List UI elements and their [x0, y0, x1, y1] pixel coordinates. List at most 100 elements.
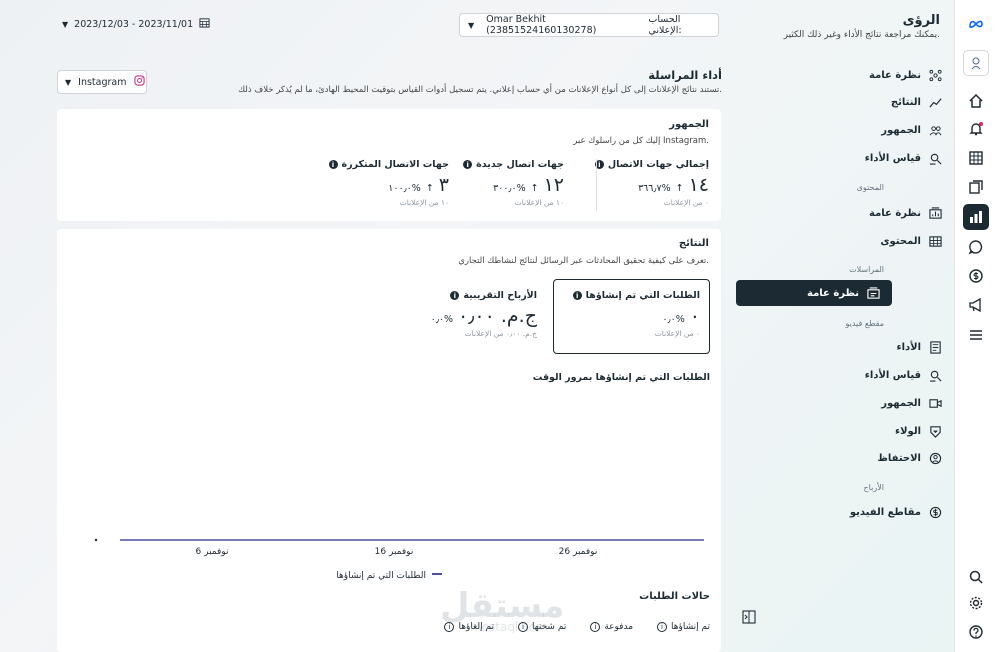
- sidebar-item-overview[interactable]: نظرة عامة: [798, 62, 944, 88]
- megaphone-icon[interactable]: [963, 292, 989, 318]
- sidebar-item-label: الأداء: [896, 341, 921, 353]
- info-icon[interactable]: i: [572, 291, 582, 300]
- chart-title: الطلبات التي تم إنشاؤها بمرور الوقت: [532, 372, 710, 383]
- page-root: الرؤى يمكنك مراجعة نتائج الأداء وغير ذلك…: [0, 0, 996, 652]
- sidebar-item-audience[interactable]: الجمهور: [798, 117, 944, 143]
- video-icon: [928, 396, 942, 410]
- calendar-icon: [199, 17, 210, 31]
- search-icon[interactable]: [963, 564, 989, 590]
- section-video-label: مقطع فيديو: [845, 319, 885, 328]
- info-icon[interactable]: i: [450, 291, 460, 300]
- content-stack-icon[interactable]: [963, 174, 989, 200]
- sidebar-item-label: الولاء: [894, 425, 921, 437]
- platform-select[interactable]: ▼ Instagram: [57, 70, 147, 94]
- app-title: الرؤى: [902, 13, 940, 28]
- metric-new-contacts: جهات اتصال جديدة i ١٢ ↑ ٣٠٠٫٠% ١٠ من الإعلا…: [432, 159, 564, 207]
- page-description: تستند نتائج الإعلانات إلى كل أنواع الإعل…: [238, 85, 722, 95]
- sidebar-item-benchmark[interactable]: قياس الأداء: [798, 145, 944, 171]
- measure-icon: [928, 368, 942, 382]
- app-subtitle: يمكنك مراجعة نتائج الأداء وغير ذلك الكثي…: [783, 30, 940, 40]
- arrow-up-icon: ↑: [530, 183, 539, 194]
- meta-logo-icon[interactable]: [963, 11, 989, 37]
- sidebar-item-label: نظرة عامة: [807, 287, 859, 299]
- section-messages-label: المراسلات: [849, 265, 884, 274]
- sidebar-item-label: قياس الأداء: [864, 369, 921, 381]
- home-icon[interactable]: [963, 88, 989, 114]
- metric-label: الطلبات التي تم إنشاؤها: [585, 290, 700, 301]
- metric-label: إجمالي جهات الاتصال: [607, 159, 709, 170]
- metric-returning-contacts: جهات الاتصال المتكررة i ٣ ↑ ١٠٠٫٠% ١٠ من ال…: [317, 159, 449, 207]
- orders-created-box[interactable]: الطلبات التي تم إنشاؤها i ٠ ٠٫٠% ٠ من الإع…: [553, 279, 710, 354]
- insights-chart-icon[interactable]: [963, 204, 989, 230]
- dollar-icon: [928, 505, 942, 519]
- status-paid: مدفوعة i: [590, 622, 633, 632]
- platform-value: Instagram: [78, 76, 127, 88]
- account-avatar-icon[interactable]: [963, 50, 989, 76]
- grid-icon: [928, 234, 942, 248]
- sidebar-item-label: الاحتفاظ: [877, 452, 921, 464]
- monetization-icon[interactable]: [963, 263, 989, 289]
- inbox-chat-icon[interactable]: [963, 234, 989, 260]
- metric-label: جهات الاتصال المتكررة: [341, 159, 450, 170]
- sidebar-item-retention[interactable]: الاحتفاظ: [798, 445, 944, 471]
- menu-icon[interactable]: [963, 322, 989, 348]
- metric-change: ١٠٠٫٠%: [388, 183, 421, 194]
- metric-change: ٠٫٠%: [430, 314, 454, 325]
- metric-value: ٣: [438, 174, 449, 196]
- status-label: مدفوعة: [604, 622, 634, 632]
- settings-gear-icon[interactable]: [963, 590, 989, 616]
- sidebar-item-video-benchmark[interactable]: قياس الأداء: [798, 362, 944, 388]
- status-created: تم إنشاؤها i: [657, 622, 710, 632]
- sidebar-item-label: النتائج: [890, 96, 921, 108]
- ad-account-select[interactable]: الحساب الإعلاني: Omar Bekhit (2385152416…: [459, 13, 719, 37]
- sidebar-item-results[interactable]: النتائج: [798, 89, 944, 115]
- metric-value: ١٤: [688, 174, 709, 196]
- sidebar-item-video-earnings[interactable]: مقاطع الفيديو: [798, 499, 944, 525]
- audience-description: إليك كل من راسلوك عبر Instagram.: [573, 136, 709, 146]
- sidebar-item-label: المحتوى: [880, 235, 921, 247]
- date-range-picker[interactable]: ▼ 2023/12/03 - 2023/11/01: [62, 17, 210, 31]
- collapse-sidebar-icon[interactable]: [742, 610, 758, 626]
- legend-label: الطلبات التي تم إنشاؤها: [336, 571, 426, 581]
- sidebar-item-video-audience[interactable]: الجمهور: [798, 390, 944, 416]
- info-icon[interactable]: i: [328, 160, 338, 169]
- x-tick-label: 26 نوفمبر: [559, 547, 598, 557]
- info-icon[interactable]: i: [657, 622, 668, 632]
- metric-value: ج.م.‏ ٠٫٠٠: [458, 305, 537, 327]
- metric-note: ج.م.‏ ٠٫٠٠ من الإعلانات: [464, 329, 537, 338]
- orders-over-time-chart: 6 نوفمبر 16 نوفمبر 26 نوفمبر الطلبات التي …: [94, 538, 704, 581]
- sidebar-item-video-performance[interactable]: الأداء: [798, 334, 944, 360]
- message-overview-icon: [866, 286, 880, 300]
- audience-card: الجمهور إليك كل من راسلوك عبر Instagram.…: [57, 109, 721, 221]
- results-description: تعرف على كيفية تحقيق المحادثات عبر الرسا…: [458, 256, 709, 266]
- metric-value: ١٢: [543, 174, 564, 196]
- sidebar-item-label: قياس الأداء: [864, 152, 921, 164]
- metric-note: ١٠ من الإعلانات: [399, 198, 449, 207]
- planner-grid-icon[interactable]: [963, 145, 989, 171]
- metric-estimated-earnings: الأرباح التقريبية i ج.م.‏ ٠٫٠٠ ٠٫٠% ج.م.‏ …: [377, 290, 537, 338]
- arrow-up-icon: ↑: [675, 183, 684, 194]
- sidebar-item-label: مقاطع الفيديو: [849, 506, 921, 518]
- shield-icon: [928, 424, 942, 438]
- metric-note: ١٠ من الإعلانات: [514, 198, 564, 207]
- section-content-label: المحتوى: [856, 183, 884, 192]
- info-icon[interactable]: i: [463, 160, 473, 169]
- account-value: Omar Bekhit (238515241601302​78): [486, 14, 597, 36]
- sidebar-item-label: نظرة عامة: [869, 69, 921, 81]
- sidebar-item-content-overview[interactable]: نظرة عامة: [798, 200, 944, 226]
- order-status-title: حالات الطلبات: [639, 591, 710, 602]
- sidebar-item-messages-overview[interactable]: نظرة عامة: [736, 280, 892, 306]
- metric-change: ٣٦٦٫٧%: [638, 183, 671, 194]
- page-title: أداء المراسلة: [648, 68, 722, 82]
- sidebar-item-content[interactable]: المحتوى: [798, 228, 944, 254]
- info-icon[interactable]: i: [590, 622, 601, 632]
- sidebar-item-loyalty[interactable]: الولاء: [798, 418, 944, 444]
- metric-change: ٣٠٠٫٠%: [493, 183, 526, 194]
- sidebar-item-label: الجمهور: [881, 124, 921, 136]
- sidebar-item-label: الجمهور: [881, 397, 921, 409]
- instagram-icon: [133, 75, 145, 89]
- status-label: تم إنشاؤها: [671, 622, 710, 632]
- help-icon[interactable]: [963, 619, 989, 645]
- icon-rail: [954, 0, 996, 652]
- notifications-icon[interactable]: [963, 116, 989, 142]
